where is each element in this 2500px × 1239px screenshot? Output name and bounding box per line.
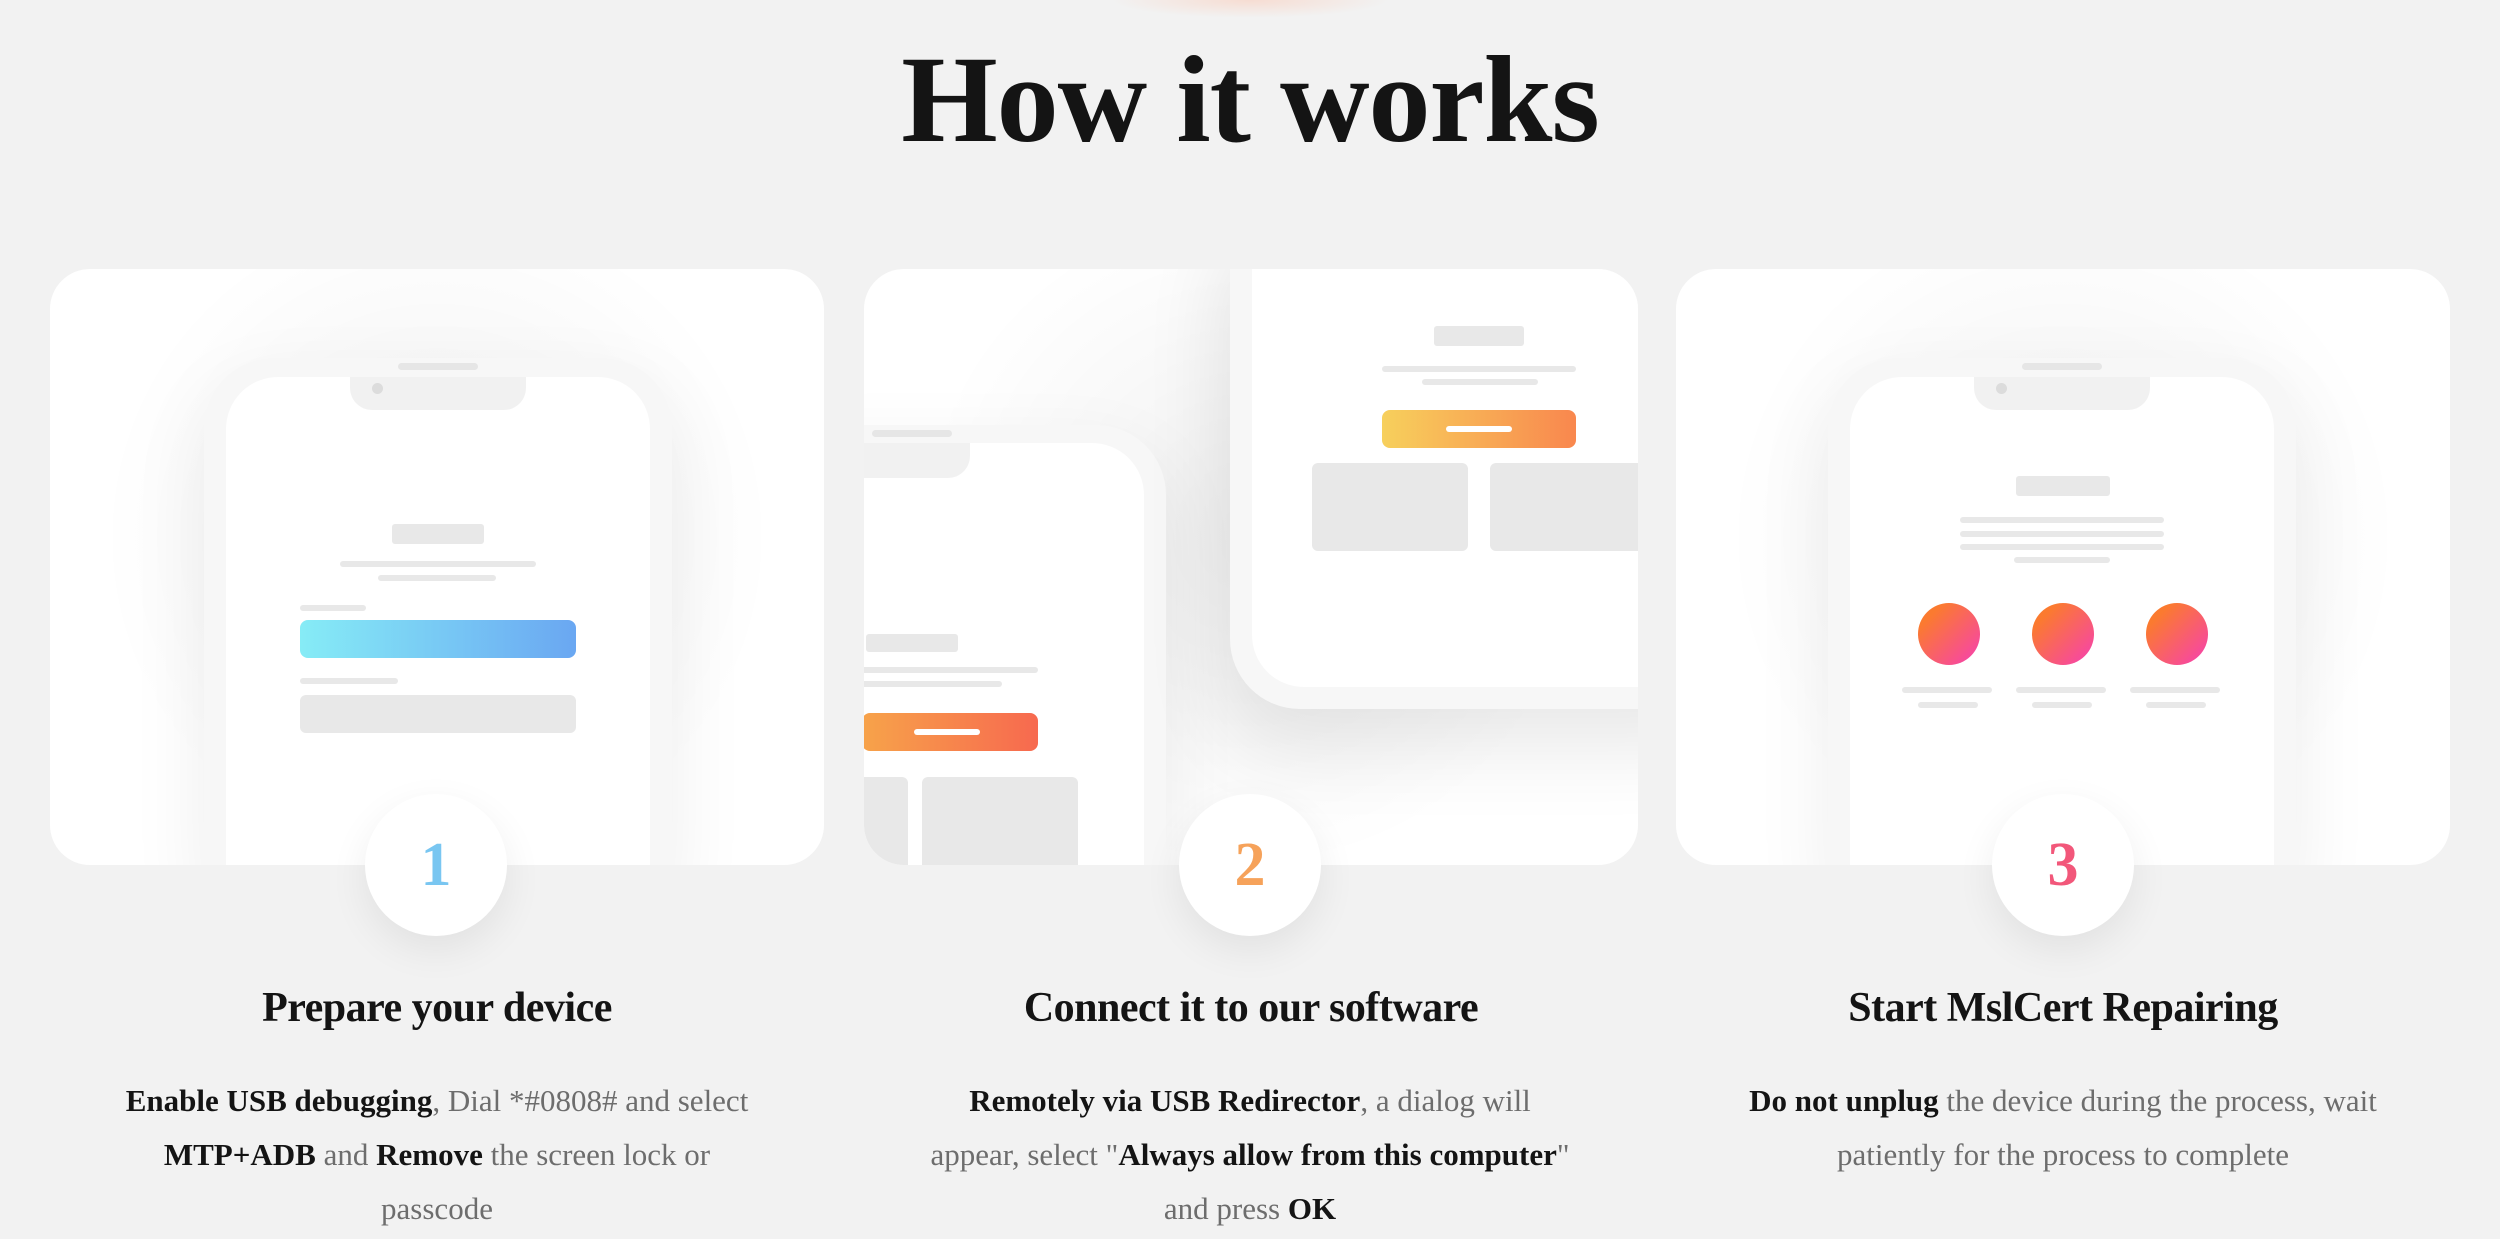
mock-button-orange xyxy=(864,713,1038,751)
mock-button-blue xyxy=(300,620,576,658)
step-2-title: Connect it to our software xyxy=(1023,985,1479,1031)
progress-dot-icon xyxy=(2146,603,2208,665)
phone-screen xyxy=(1850,377,2274,865)
step-2-description: Remotely via USB Redirector, a dialog wi… xyxy=(930,1083,1570,1226)
step-3-description: Do not unplug the device during the proc… xyxy=(1749,1083,2377,1172)
phone-screen xyxy=(1252,269,1638,687)
phone-speaker xyxy=(872,430,952,437)
camera-icon xyxy=(1996,383,2007,394)
progress-dot-icon xyxy=(2032,603,2094,665)
phone-illustration xyxy=(204,358,672,865)
step-2-illustration-card xyxy=(864,269,1638,865)
mock-button-yellow xyxy=(1382,410,1576,448)
step-1-illustration-card xyxy=(50,269,824,865)
phone-speaker xyxy=(398,363,478,370)
phone-screen xyxy=(226,377,650,865)
phone-speaker xyxy=(2022,363,2102,370)
progress-dot-icon xyxy=(1918,603,1980,665)
phone-notch xyxy=(864,443,970,478)
phone-illustration xyxy=(1230,269,1638,709)
step-1-number-badge: 1 xyxy=(365,794,507,936)
phone-screen xyxy=(864,443,1144,865)
step-2-number-badge: 2 xyxy=(1179,794,1321,936)
phone-illustration xyxy=(1828,358,2296,865)
page-title: How it works xyxy=(901,31,1600,168)
step-3-title: Start MslCert Repairing xyxy=(1848,985,2278,1031)
phone-illustration xyxy=(864,425,1166,865)
step-1-description: Enable USB debugging, Dial *#0808# and s… xyxy=(125,1083,749,1226)
camera-icon xyxy=(372,383,383,394)
step-3-number-badge: 3 xyxy=(1992,794,2134,936)
step-3-illustration-card xyxy=(1676,269,2450,865)
step-1-title: Prepare your device xyxy=(262,985,612,1031)
top-glow-decoration xyxy=(1110,0,1390,18)
